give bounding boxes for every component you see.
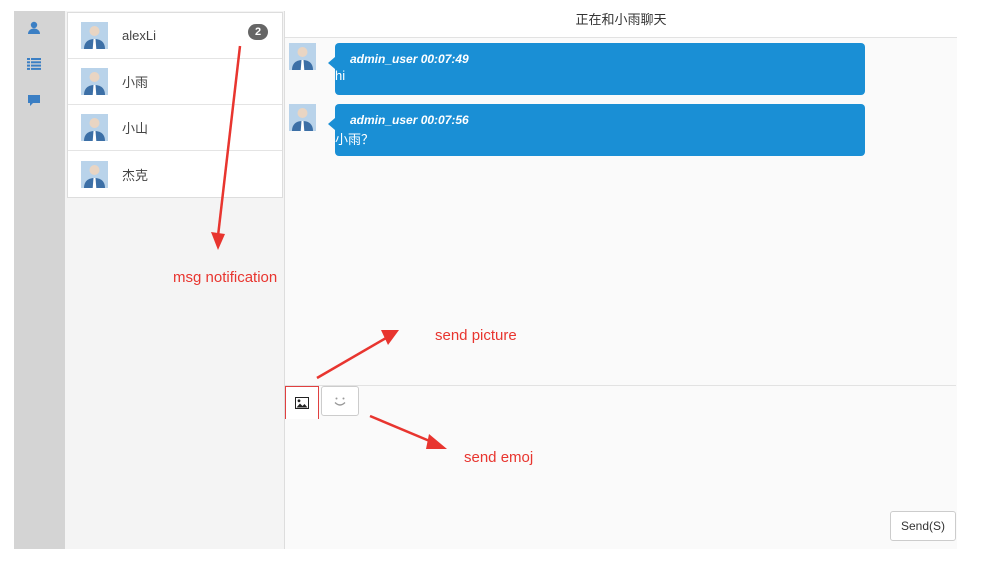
smiley-icon (334, 397, 346, 406)
user-icon (28, 21, 40, 34)
message-bubble: admin_user 00:07:56 小雨？ (328, 104, 865, 156)
send-button[interactable]: Send(S) (890, 511, 956, 541)
contact-item[interactable]: 小雨 (68, 59, 282, 105)
nav-rail (14, 11, 65, 549)
message-input-area[interactable]: Send(S) (285, 419, 956, 547)
avatar (81, 22, 108, 49)
unread-badge: 2 (248, 24, 268, 40)
list-icon (27, 58, 41, 70)
avatar (81, 160, 108, 188)
msg-notification-annotation: msg notification (173, 269, 278, 286)
send-emoj-annotation: send emoj (464, 449, 534, 466)
message-meta: admin_user 00:07:56 (350, 113, 469, 127)
contact-item[interactable]: alexLi 2 (68, 13, 282, 59)
contact-item[interactable]: 杰克 (68, 151, 282, 197)
contact-name: 杰克 (122, 167, 149, 183)
nav-contacts-button[interactable] (14, 14, 54, 42)
avatar (81, 68, 108, 95)
compose-toolbar (285, 385, 956, 420)
message-text: 小雨？ (335, 132, 375, 147)
chat-bubble-icon (28, 94, 40, 106)
nav-chat-button[interactable] (14, 86, 54, 114)
chat-title: 正在和小雨聊天 (285, 11, 957, 38)
contact-name: 小雨 (122, 75, 149, 90)
contact-item[interactable]: 小山 (68, 105, 282, 151)
send-picture-annotation: send picture (435, 327, 517, 344)
avatar (289, 104, 316, 131)
contact-name: alexLi (122, 28, 156, 43)
message-text: hi (335, 68, 346, 83)
message-meta: admin_user 00:07:49 (350, 52, 469, 66)
contact-name: 小山 (122, 121, 149, 136)
avatar (81, 114, 108, 141)
message-bubble: admin_user 00:07:49 hi (328, 43, 865, 95)
chat-panel: 正在和小雨聊天 admin_user 00:07:49 hi admin_use… (284, 11, 957, 549)
nav-list-button[interactable] (14, 50, 54, 78)
avatar (289, 43, 316, 70)
contact-list: alexLi 2 小雨 小山 杰克 (67, 12, 283, 198)
send-picture-button[interactable] (285, 386, 319, 420)
send-emoji-button[interactable] (321, 386, 359, 416)
image-icon (295, 397, 309, 409)
